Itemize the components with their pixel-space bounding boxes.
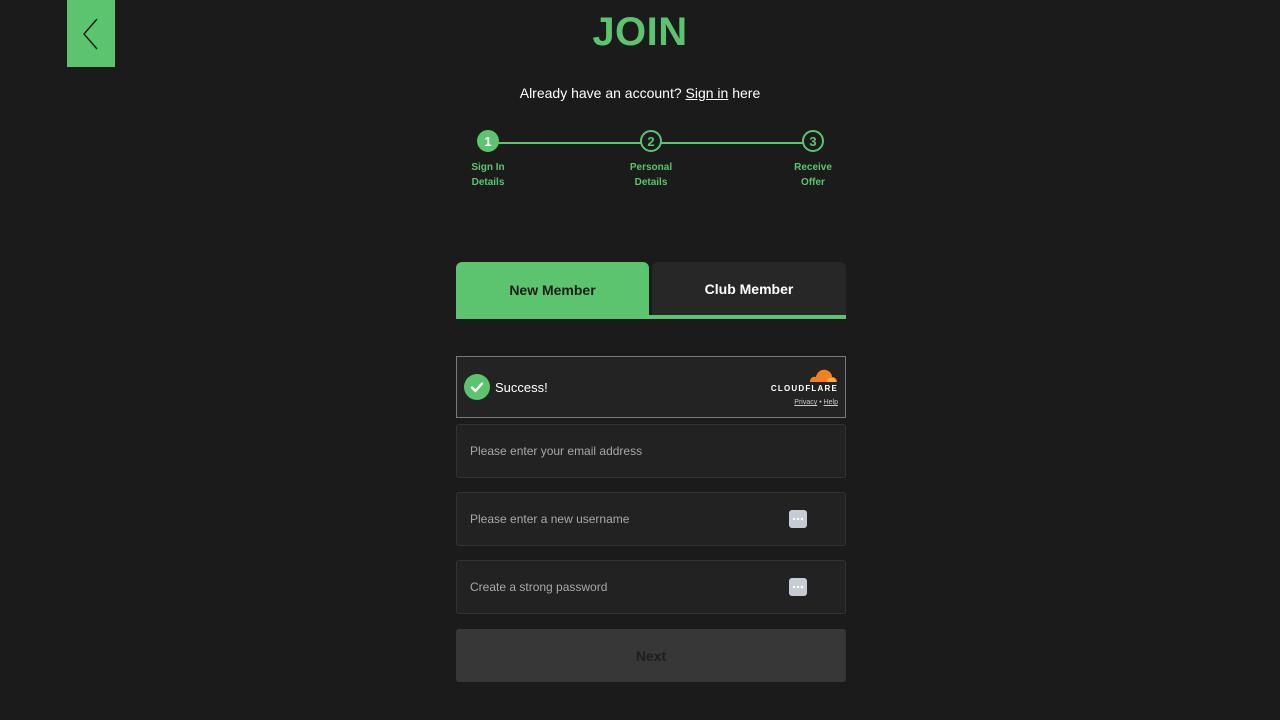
signin-prompt: Already have an account? Sign in here — [0, 85, 1280, 101]
cloudflare-cloud-icon — [810, 369, 837, 382]
step-number-circle: 3 — [802, 130, 824, 152]
join-page: JOIN Already have an account? Sign in he… — [0, 0, 1280, 720]
tab-new-member[interactable]: New Member — [456, 262, 649, 318]
privacy-link[interactable]: Privacy — [794, 399, 817, 406]
tab-underline — [456, 315, 846, 319]
step-personal-details: 2 Personal Details — [611, 130, 691, 190]
page-title: JOIN — [592, 10, 688, 54]
next-button[interactable]: Next — [456, 629, 846, 682]
signin-link[interactable]: Sign in — [686, 85, 729, 101]
cloudflare-logo-text: CLOUDFLARE — [770, 384, 838, 393]
step-label: Sign In Details — [453, 160, 523, 190]
password-manager-icon[interactable] — [789, 510, 807, 528]
step-receive-offer: 3 Receive Offer — [773, 130, 853, 190]
help-link[interactable]: Help — [824, 399, 838, 406]
tab-club-member[interactable]: Club Member — [652, 262, 846, 315]
email-field-wrapper — [456, 424, 846, 478]
step-sign-in-details: 1 Sign In Details — [448, 130, 528, 190]
step-label-line: Details — [634, 177, 668, 188]
step-label-line: Details — [471, 177, 505, 188]
username-field[interactable] — [457, 493, 845, 545]
step-label-line: Receive — [794, 162, 832, 173]
step-label-line: Sign In — [471, 162, 505, 173]
step-label-line: Personal — [629, 162, 673, 173]
check-icon — [464, 374, 490, 400]
member-type-tabs: New Member Club Member — [456, 262, 846, 319]
progress-stepper: 1 Sign In Details 2 Personal Details 3 R… — [456, 130, 846, 200]
cloudflare-captcha[interactable]: Success! CLOUDFLARE Privacy • Help — [456, 356, 846, 418]
password-manager-icon[interactable] — [789, 578, 807, 596]
cloudflare-brand: CLOUDFLARE Privacy • Help — [771, 367, 838, 406]
link-separator: • — [819, 399, 822, 406]
step-number-circle: 2 — [640, 130, 662, 152]
captcha-status: Success! — [495, 379, 548, 395]
password-field[interactable] — [457, 561, 845, 613]
step-label: Personal Details — [616, 160, 686, 190]
password-field-wrapper — [456, 560, 846, 614]
signin-prompt-suffix: here — [732, 85, 761, 101]
email-field[interactable] — [457, 425, 845, 477]
username-field-wrapper — [456, 492, 846, 546]
step-label-line: Offer — [801, 177, 825, 188]
step-label: Receive Offer — [778, 160, 848, 190]
step-number-circle: 1 — [477, 130, 499, 152]
signin-prompt-text: Already have an account? — [519, 85, 682, 101]
captcha-links: Privacy • Help — [794, 399, 838, 406]
